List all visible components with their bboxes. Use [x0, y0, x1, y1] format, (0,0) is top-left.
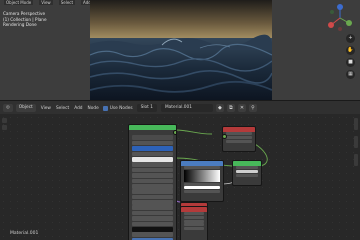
- surface-input-socket[interactable]: [223, 134, 227, 139]
- material-output-node[interactable]: [222, 126, 256, 152]
- slot-dropdown[interactable]: Slot 1: [136, 104, 157, 112]
- rendered-ocean-view: [90, 0, 272, 100]
- menu-node[interactable]: Node: [88, 106, 99, 111]
- node-editor-header: ◎ Object View Select Add Node Use Nodes …: [0, 100, 360, 115]
- grid-icon[interactable]: ▦: [346, 70, 355, 79]
- material-name-label: Material.001: [10, 231, 39, 236]
- hand-icon[interactable]: ✋: [346, 46, 355, 55]
- use-nodes-toggle[interactable]: Use Nodes: [102, 105, 133, 111]
- gizmo-z-axis-icon: [337, 4, 343, 10]
- node-editor-canvas[interactable]: Material.001: [0, 114, 360, 240]
- gizmo-x-axis-icon: [328, 22, 334, 28]
- menu-add[interactable]: Add: [74, 106, 82, 111]
- navigation-gizmo[interactable]: [323, 3, 357, 33]
- render-status: Rendering Done: [3, 22, 37, 28]
- color-ramp-node[interactable]: [180, 160, 224, 202]
- editor-type-button[interactable]: ◎: [3, 104, 13, 112]
- principled-bsdf-node[interactable]: [128, 124, 177, 240]
- copy-icon[interactable]: ⧉: [226, 104, 235, 112]
- 3d-viewport[interactable]: Object Mode View Select Add Object: [0, 0, 360, 100]
- viewport-info-overlay: Camera Perspective (1) Collection | Plan…: [3, 11, 47, 28]
- viewport-navigation-tools: + ✋ ■ ▦: [346, 34, 356, 79]
- blender-window: Object Mode View Select Add Object: [0, 0, 360, 240]
- material-field[interactable]: Material.001: [160, 104, 213, 112]
- checkbox-icon: [102, 105, 108, 111]
- noise-texture-node[interactable]: [180, 206, 208, 240]
- bsdf-output-socket[interactable]: [173, 130, 176, 135]
- fake-user-icon[interactable]: ◆: [215, 104, 224, 112]
- mode-dropdown[interactable]: Object Mode: [4, 0, 34, 5]
- magnify-icon[interactable]: +: [346, 34, 355, 43]
- view-name: Camera Perspective: [3, 11, 46, 16]
- use-nodes-label: Use Nodes: [109, 105, 133, 111]
- close-icon[interactable]: ✕: [237, 104, 246, 112]
- menu-select[interactable]: Select: [58, 0, 76, 5]
- menu-view[interactable]: View: [41, 106, 51, 111]
- camera-icon[interactable]: ■: [346, 58, 355, 67]
- pin-icon[interactable]: ⚲: [248, 104, 257, 112]
- gizmo-y-axis-icon: [346, 20, 352, 26]
- menu-view[interactable]: View: [39, 0, 53, 5]
- menu-select[interactable]: Select: [56, 106, 69, 111]
- mix-shader-node[interactable]: [232, 160, 262, 186]
- object-type-dropdown[interactable]: Object: [15, 104, 36, 112]
